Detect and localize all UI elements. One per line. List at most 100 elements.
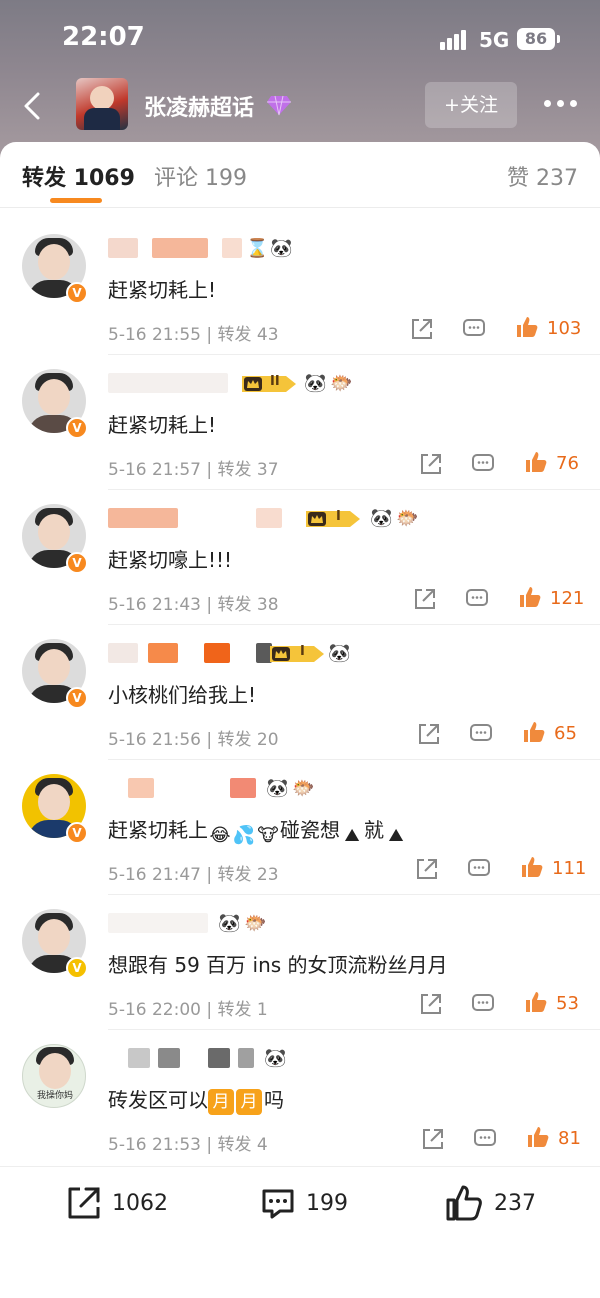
comment-icon[interactable] — [258, 1183, 298, 1223]
like-icon[interactable] — [444, 1183, 484, 1223]
comment-meta: 5-16 21:57 | 转发 37 — [108, 460, 279, 480]
verified-badge-icon: V — [66, 417, 88, 439]
list-item[interactable]: V 🐼 🐡 赶紧切耗上😂 💦 🐮碰瓷想 ⛰ 就 ⛰ 5-16 21:47 | 转发 23 … — [0, 760, 600, 895]
group-avatar[interactable] — [76, 78, 128, 130]
share-icon[interactable] — [416, 721, 442, 747]
like-icon[interactable] — [519, 854, 545, 880]
laughing-emoji-icon: 😂 — [209, 825, 231, 846]
blurred-name — [152, 238, 208, 258]
share-count[interactable]: 1062 — [112, 1191, 168, 1216]
list-item[interactable]: V I 🐼 🐡 赶紧切嚎上!!! 5-16 21:43 | 转发 38 121 — [0, 490, 600, 625]
verified-badge-icon: V — [66, 282, 88, 304]
list-item[interactable]: V ⌛ 🐼 赶紧切耗上! 5-16 21:55 | 转发 43 103 — [0, 220, 600, 355]
comment-text-part: 就 — [364, 818, 384, 842]
comment-text: 赶紧切耗上😂 💦 🐮碰瓷想 ⛰ 就 ⛰ — [108, 814, 408, 848]
username[interactable]: II 🐼 🐡 — [108, 371, 408, 395]
like-icon[interactable] — [523, 449, 549, 475]
comment-text: 小核桃们给我上! — [108, 683, 257, 707]
like-count: 65 — [554, 723, 577, 744]
diamond-icon — [267, 95, 291, 116]
follow-button[interactable]: +关注 — [425, 82, 517, 128]
list-item[interactable]: 我操你妈 🐼 砖发区可以月月吗 5-16 21:53 | 转发 4 81 — [0, 1030, 600, 1165]
share-icon[interactable] — [418, 451, 444, 477]
battery-icon: 86 — [517, 28, 560, 50]
comment-text: 赶紧切耗上! — [108, 278, 217, 302]
username[interactable]: ⌛ 🐼 — [108, 236, 408, 260]
top-nav: 张凌赫超话 +关注 — [0, 78, 600, 134]
comment-icon[interactable] — [468, 721, 494, 747]
panda-icon: 🐼 — [218, 913, 241, 934]
username[interactable]: 🐼 🐡 — [108, 776, 408, 800]
comment-icon[interactable] — [464, 586, 490, 612]
like-count[interactable]: 237 — [494, 1191, 536, 1216]
level-label: I — [336, 509, 341, 524]
tab-bar: 转发 1069 评论 199 赞 237 — [0, 142, 600, 208]
blurred-name — [108, 373, 228, 393]
share-icon[interactable] — [64, 1183, 104, 1223]
tab-likes[interactable]: 赞 237 — [507, 160, 578, 192]
verified-badge-icon: V — [66, 822, 88, 844]
like-icon[interactable] — [523, 989, 549, 1015]
comment-icon[interactable] — [470, 451, 496, 477]
group-title[interactable]: 张凌赫超话 — [144, 90, 254, 122]
panda-icon: 🐼 — [304, 373, 327, 394]
like-count: 76 — [556, 453, 579, 474]
like-icon[interactable] — [517, 584, 543, 610]
comment-icon[interactable] — [472, 1126, 498, 1152]
comment-meta: 5-16 21:43 | 转发 38 — [108, 595, 279, 615]
list-item[interactable]: V 🐼 🐡 想跟有 59 百万 ins 的女顶流粉丝月月 5-16 22:00 … — [0, 895, 600, 1030]
like-count: 103 — [547, 318, 582, 339]
panda-icon: 🐼 — [264, 1048, 287, 1069]
status-bar: 22:07 5G 86 — [0, 0, 600, 80]
like-count: 53 — [556, 993, 579, 1014]
comment-meta: 5-16 21:47 | 转发 23 — [108, 865, 279, 885]
sweat-drops-icon: 💦 — [232, 825, 256, 846]
blurred-name — [148, 643, 178, 663]
comment-meta: 5-16 21:55 | 转发 43 — [108, 325, 279, 345]
more-icon[interactable] — [540, 88, 580, 118]
share-icon[interactable] — [414, 856, 440, 882]
panda-icon: 🐼 — [266, 778, 289, 799]
level-badge-icon — [306, 511, 360, 527]
comment-meta: 5-16 22:00 | 转发 1 — [108, 1000, 268, 1020]
blurred-name — [222, 238, 242, 258]
like-count: 111 — [552, 858, 587, 879]
comment-text: 赶紧切嚎上!!! — [108, 548, 233, 572]
moon-tag-icon: 月 — [236, 1089, 262, 1115]
like-icon[interactable] — [525, 1124, 551, 1150]
fish-icon: 🐡 — [330, 373, 353, 394]
blurred-name — [108, 913, 208, 933]
comment-icon[interactable] — [461, 316, 487, 342]
blurred-name — [256, 508, 282, 528]
comment-icon[interactable] — [466, 856, 492, 882]
blurred-name — [108, 643, 138, 663]
comment-text-part: 赶紧切耗上 — [108, 818, 208, 842]
username[interactable]: I 🐼 🐡 — [108, 506, 418, 530]
avatar[interactable]: 我操你妈 — [22, 1044, 86, 1108]
mountain-icon: ⛰ — [388, 825, 404, 846]
comment-icon[interactable] — [470, 991, 496, 1017]
list-item[interactable]: V II 🐼 🐡 赶紧切耗上! 5-16 21:57 | 转发 37 76 — [0, 355, 600, 490]
like-icon[interactable] — [514, 314, 540, 340]
verified-badge-icon: V — [66, 957, 88, 979]
share-icon[interactable] — [418, 991, 444, 1017]
share-icon[interactable] — [412, 586, 438, 612]
blurred-name — [128, 778, 154, 798]
mountain-icon: ⛰ — [344, 825, 360, 846]
comment-count[interactable]: 199 — [306, 1191, 348, 1216]
comment-text: 赶紧切耗上! — [108, 413, 217, 437]
username[interactable]: I 🐼 — [108, 641, 408, 665]
tab-reposts[interactable]: 转发 1069 — [22, 160, 135, 192]
blurred-name — [204, 643, 230, 663]
list-item[interactable]: V I 🐼 小核桃们给我上! 5-16 21:56 | 转发 20 65 — [0, 625, 600, 760]
back-arrow-icon[interactable] — [14, 86, 54, 126]
tab-comments[interactable]: 评论 199 — [154, 160, 247, 192]
share-icon[interactable] — [420, 1126, 446, 1152]
share-icon[interactable] — [409, 316, 435, 342]
like-icon[interactable] — [521, 719, 547, 745]
comment-meta: 5-16 21:53 | 转发 4 — [108, 1135, 268, 1155]
blurred-name — [108, 238, 138, 258]
cow-icon: 🐮 — [257, 825, 279, 846]
username[interactable]: 🐼 🐡 — [108, 911, 408, 935]
username[interactable]: 🐼 — [108, 1046, 408, 1070]
